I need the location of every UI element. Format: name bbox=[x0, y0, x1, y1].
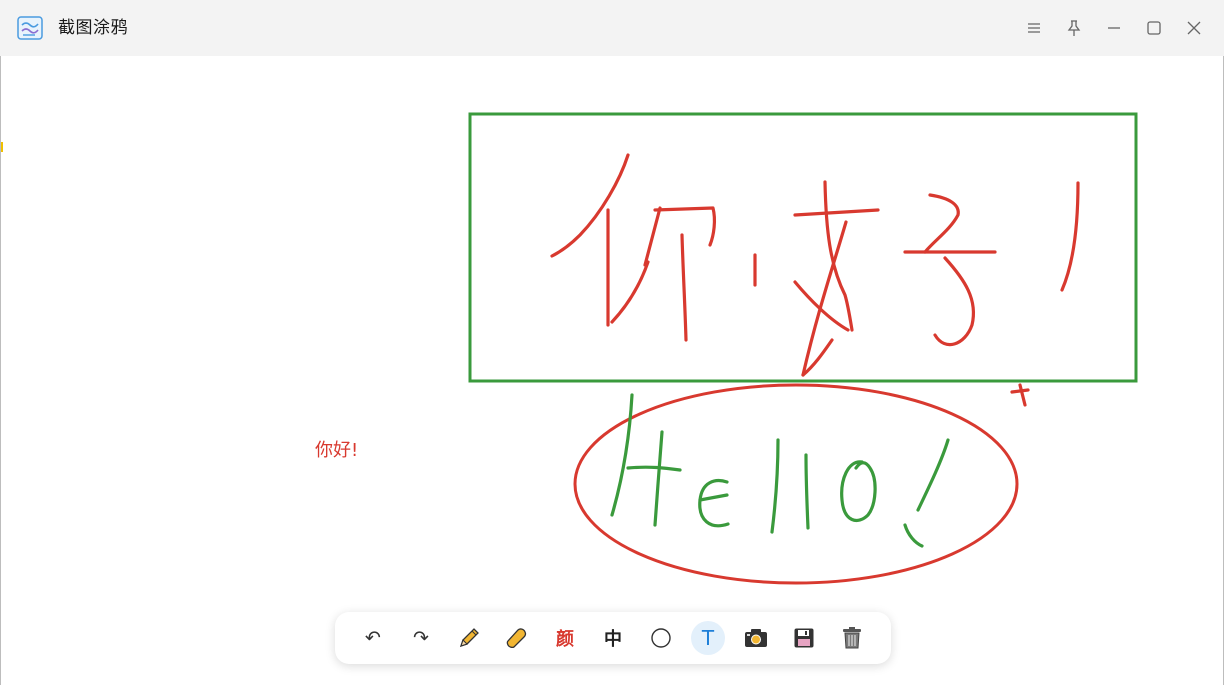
screenshot-button[interactable] bbox=[739, 621, 773, 655]
red-ellipse bbox=[573, 383, 1019, 585]
undo-button[interactable]: ↶ bbox=[356, 621, 390, 655]
ellipse-button[interactable] bbox=[644, 621, 678, 655]
eraser-icon bbox=[505, 626, 529, 650]
size-text-icon: 中 bbox=[604, 629, 622, 650]
text-icon: T bbox=[701, 626, 715, 650]
trash-icon bbox=[841, 626, 863, 650]
handwriting-english bbox=[610, 393, 950, 548]
redo-button[interactable]: ↷ bbox=[404, 621, 438, 655]
drawing-layer bbox=[468, 112, 1138, 585]
floppy-icon bbox=[793, 627, 815, 649]
color-button[interactable]: 颜 bbox=[548, 621, 582, 655]
clear-button[interactable] bbox=[835, 621, 869, 655]
drawing-toolbar: ↶ ↷ 颜 中 T bbox=[335, 612, 891, 664]
color-text-icon: 颜 bbox=[556, 629, 574, 650]
size-button[interactable]: 中 bbox=[596, 621, 630, 655]
green-rectangle bbox=[468, 112, 1138, 383]
redo-icon: ↷ bbox=[413, 626, 429, 649]
text-annotation[interactable]: 你好! bbox=[315, 440, 358, 462]
save-button[interactable] bbox=[787, 621, 821, 655]
eraser-button[interactable] bbox=[500, 621, 534, 655]
undo-icon: ↶ bbox=[365, 626, 381, 649]
pencil-button[interactable] bbox=[452, 621, 486, 655]
handwriting-chinese bbox=[550, 153, 1080, 407]
camera-icon bbox=[743, 627, 769, 649]
circle-icon bbox=[650, 627, 672, 649]
pencil-icon bbox=[457, 626, 481, 650]
text-button[interactable]: T bbox=[691, 621, 725, 655]
